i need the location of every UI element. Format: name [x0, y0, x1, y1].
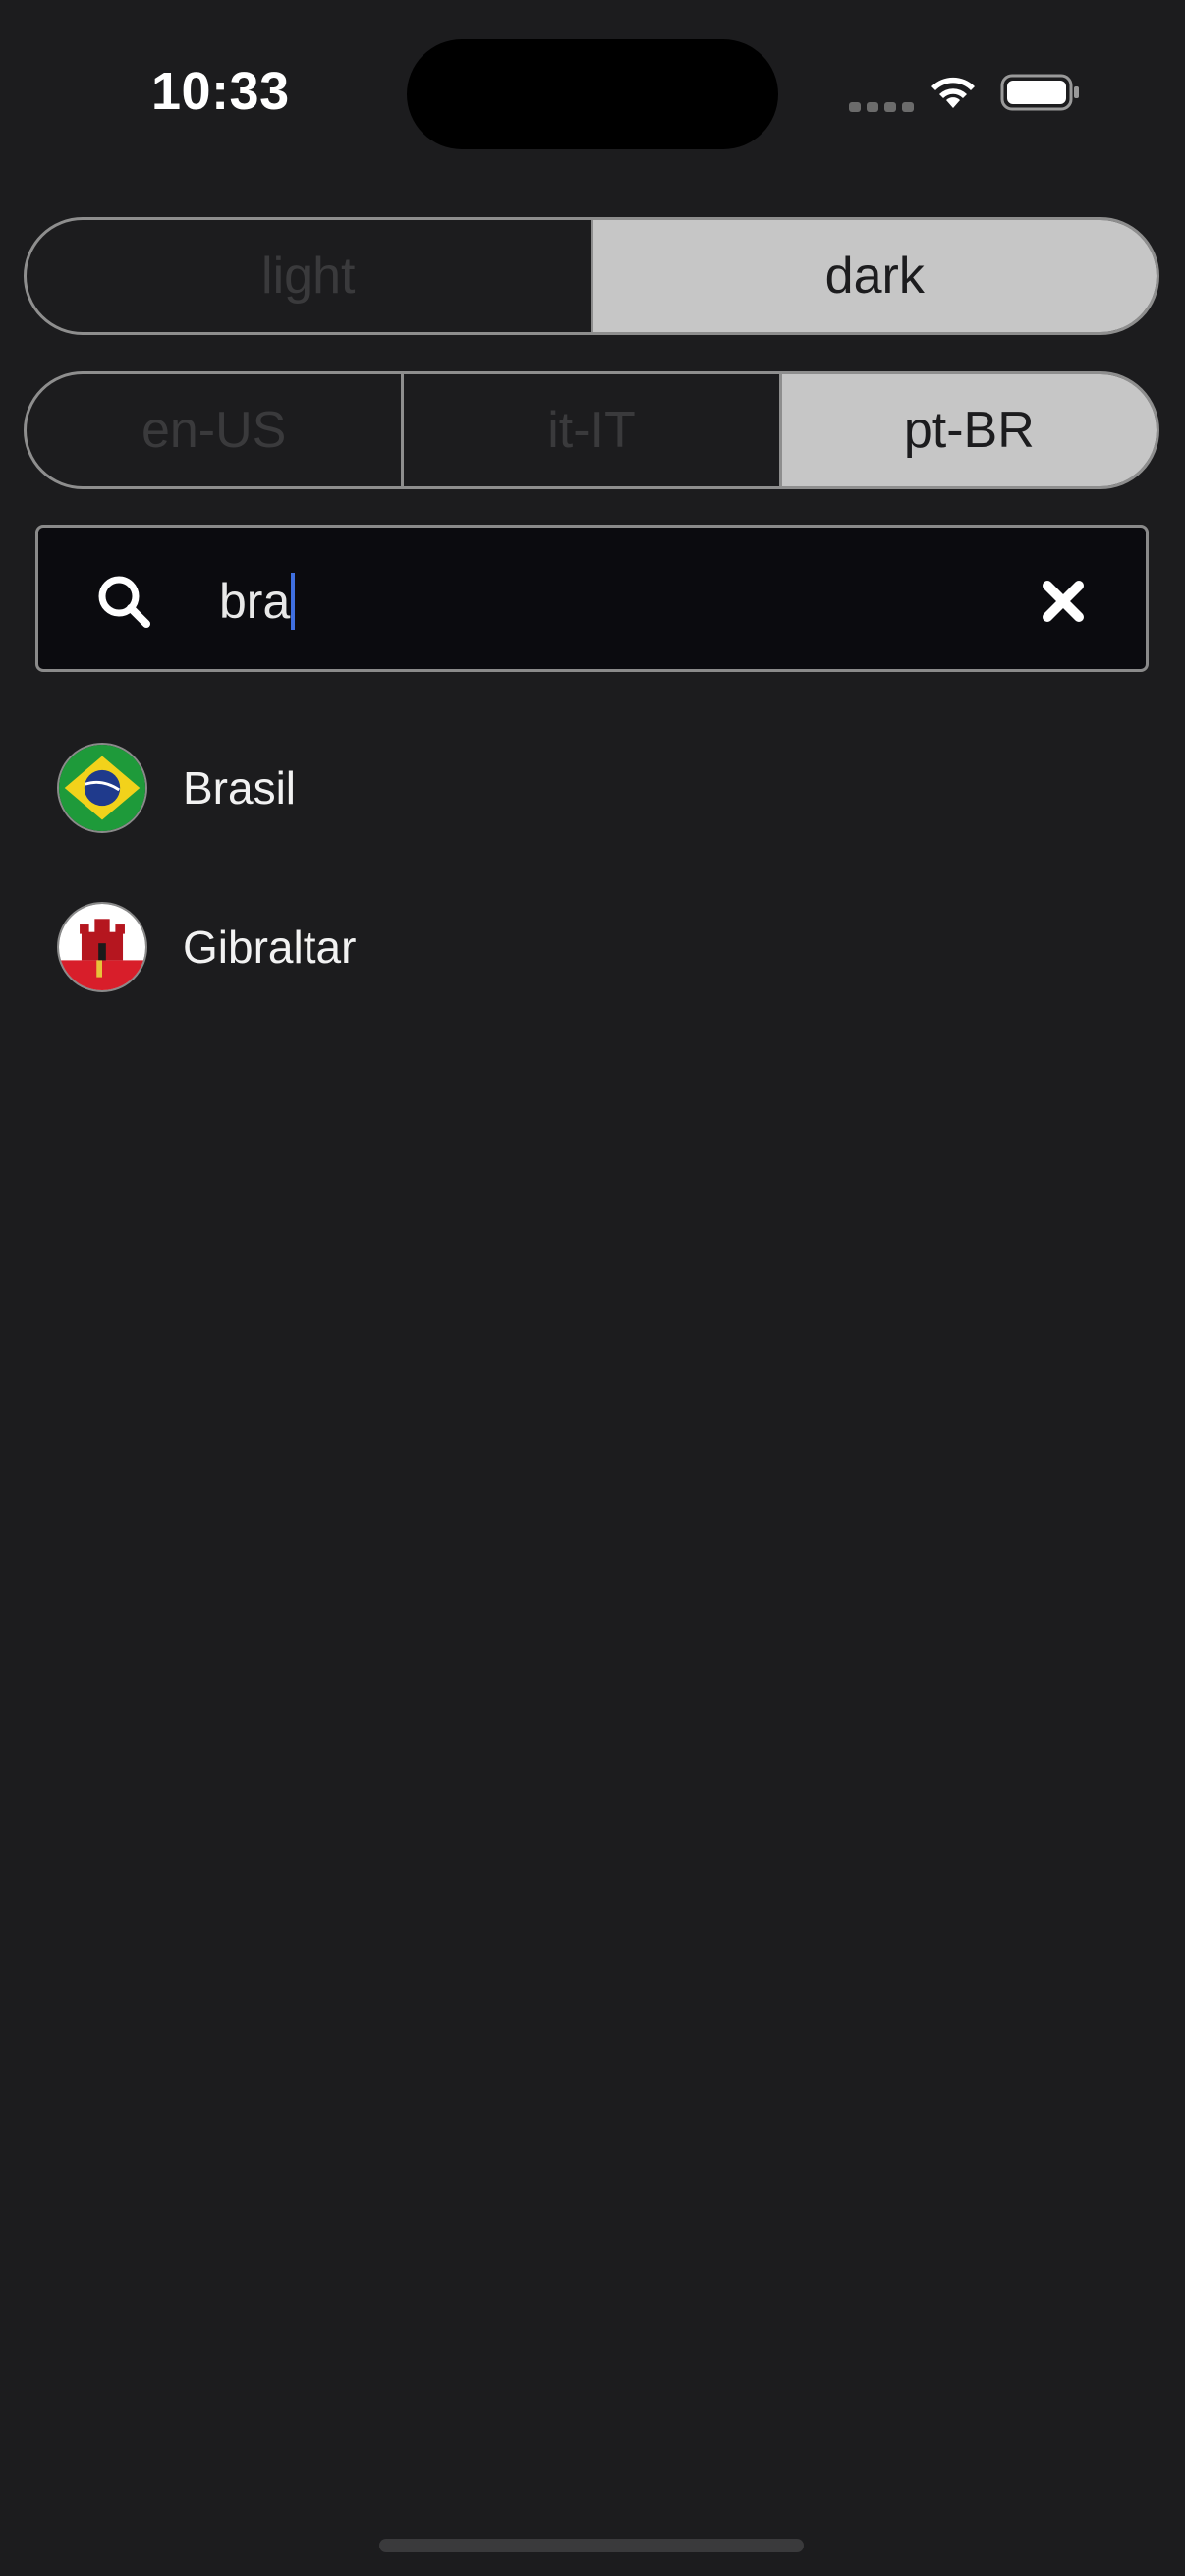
cellular-signal-icon — [849, 102, 914, 112]
text-caret — [291, 573, 296, 630]
search-icon — [98, 576, 150, 628]
theme-option-dark[interactable]: dark — [590, 220, 1157, 332]
flag-brazil-icon — [57, 743, 147, 833]
locale-option-it-it[interactable]: it-IT — [401, 374, 778, 486]
theme-segmented-control: light dark — [24, 217, 1159, 335]
dynamic-island — [407, 39, 778, 149]
close-icon[interactable] — [1042, 580, 1085, 623]
status-time: 10:33 — [151, 62, 290, 121]
home-indicator[interactable] — [379, 2539, 804, 2552]
search-value[interactable]: bra — [219, 571, 296, 632]
locale-option-pt-br[interactable]: pt-BR — [778, 374, 1157, 486]
search-input[interactable]: bra — [35, 525, 1149, 672]
theme-option-light[interactable]: light — [27, 220, 591, 332]
locale-option-en-us[interactable]: en-US — [27, 374, 401, 486]
battery-icon — [1000, 74, 1079, 111]
result-label: Brasil — [183, 762, 297, 813]
flag-gibraltar-icon — [57, 902, 147, 992]
locale-segmented-control: en-US it-IT pt-BR — [24, 371, 1159, 489]
wifi-icon — [931, 77, 975, 108]
search-query-text: bra — [219, 574, 291, 629]
status-bar: 10:33 — [0, 0, 1185, 187]
list-item-gibraltar[interactable]: Gibraltar — [57, 902, 356, 992]
list-item-brasil[interactable]: Brasil — [57, 743, 296, 833]
result-label: Gibraltar — [183, 922, 357, 973]
